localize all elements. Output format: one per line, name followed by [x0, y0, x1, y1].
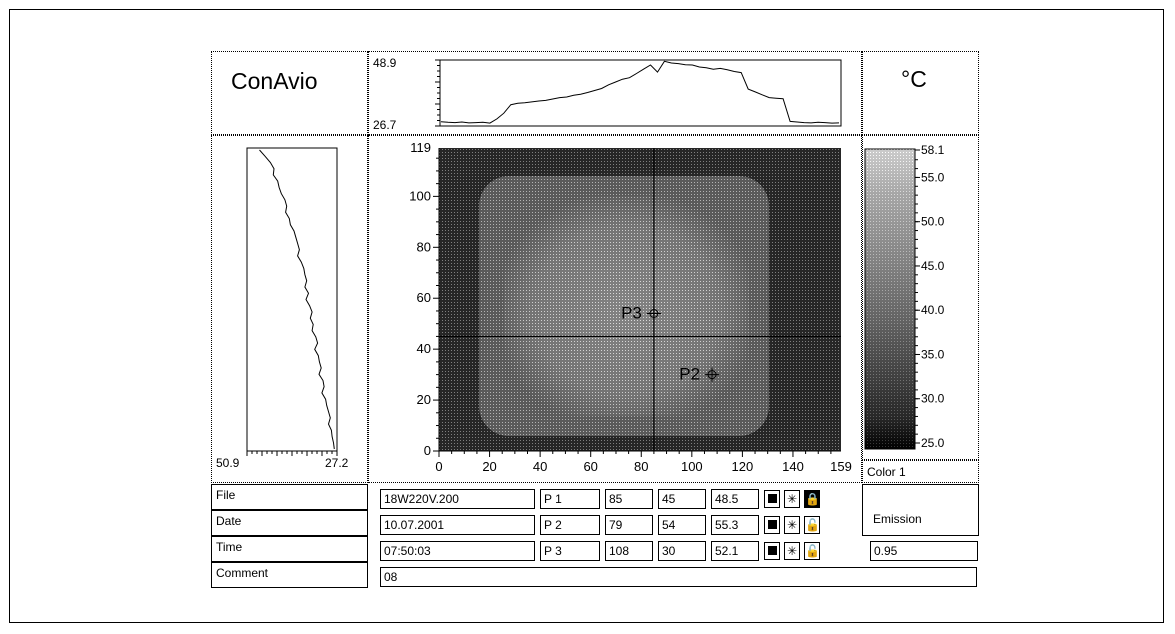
- comment-field[interactable]: 08: [380, 567, 977, 587]
- measure-point-label: P3: [621, 304, 642, 323]
- point-y-field[interactable]: 45: [658, 489, 706, 509]
- color-scale-panel: 58.1 55.0 50.0 45.0 40.0 35.0 30.0 25.0: [862, 135, 979, 460]
- point-temp-field: 48.5: [711, 489, 759, 509]
- scale-label: 45.0: [921, 259, 945, 273]
- point-y-field[interactable]: 30: [658, 541, 706, 561]
- left-profile-max-label: 27.2: [325, 456, 349, 470]
- left-profile-ticks: [246, 451, 338, 456]
- x-tick-label: 140: [782, 459, 804, 474]
- y-tick-label: 80: [417, 239, 431, 254]
- color-square-icon[interactable]: [764, 490, 780, 508]
- file-label: File: [211, 484, 368, 510]
- unit-panel: °C: [862, 51, 979, 135]
- point-temp-field: 55.3: [711, 515, 759, 535]
- top-profile-max-label: 48.9: [373, 56, 397, 70]
- point-row-3: P 3 108 30 52.1 ✳ 🔓: [540, 541, 860, 561]
- point-x-field[interactable]: 108: [605, 541, 653, 561]
- scale-label: 40.0: [921, 303, 945, 317]
- point-row-2: P 2 79 54 55.3 ✳ 🔓: [540, 515, 860, 535]
- file-field[interactable]: 18W220V.200: [380, 489, 535, 509]
- left-profile-frame: [246, 147, 338, 452]
- x-tick-label: 0: [435, 459, 442, 474]
- color-square-icon[interactable]: [764, 542, 780, 560]
- point-temp-field: 52.1: [711, 541, 759, 561]
- point-x-field[interactable]: 79: [605, 515, 653, 535]
- lock-open-icon[interactable]: 🔓: [804, 542, 820, 560]
- scale-label: 25.0: [921, 436, 945, 450]
- x-tick-label: 100: [681, 459, 703, 474]
- palette-panel[interactable]: Color 1: [862, 460, 979, 483]
- left-profile-min-label: 50.9: [216, 456, 240, 470]
- unit-label: °C: [901, 66, 927, 92]
- thermogram-panel: 0 20 40 60 80 100 120 140 159 119 100 80 60 40 20 0 P3 P…: [368, 135, 862, 483]
- left-profile-line: [259, 149, 335, 450]
- thermogram-chart: 0 20 40 60 80 100 120 140 159 119 100 80 60 40 20 0 P3 P…: [409, 140, 852, 474]
- top-profile-panel: 48.9 26.7: [368, 51, 862, 135]
- color-scale-dither: [865, 149, 915, 449]
- point-name-field: P 3: [540, 541, 600, 561]
- lock-closed-icon[interactable]: 🔒: [804, 490, 820, 508]
- x-tick-label: 60: [583, 459, 597, 474]
- thermogram-dither: [439, 148, 841, 451]
- top-profile-chart: 48.9 26.7: [373, 56, 842, 132]
- measure-point-label: P2: [679, 365, 700, 384]
- app-logo: ConAvio: [231, 68, 318, 94]
- point-name-field: P 2: [540, 515, 600, 535]
- palette-label: Color 1: [867, 465, 906, 479]
- left-profile-chart: 50.9 27.2: [216, 147, 349, 470]
- comment-label: Comment: [211, 562, 368, 588]
- y-tick-label: 0: [424, 443, 431, 458]
- y-tick-label: 40: [417, 341, 431, 356]
- lock-open-icon[interactable]: 🔓: [804, 516, 820, 534]
- emission-label: Emission: [873, 512, 922, 526]
- x-tick-label: 120: [732, 459, 754, 474]
- date-field[interactable]: 10.07.2001: [380, 515, 535, 535]
- time-label: Time: [211, 536, 368, 562]
- scale-label: 58.1: [921, 143, 945, 157]
- top-profile-ticks: [435, 59, 440, 127]
- top-profile-line: [440, 60, 840, 124]
- crosshair-icon[interactable]: ✳: [784, 490, 800, 508]
- color-scale: 58.1 55.0 50.0 45.0 40.0 35.0 30.0 25.0: [864, 143, 945, 450]
- color-scale-ticks: 58.1 55.0 50.0 45.0 40.0 35.0 30.0 25.0: [915, 143, 945, 450]
- point-row-1: P 1 85 45 48.5 ✳ 🔒: [540, 489, 860, 509]
- y-tick-label: 100: [409, 188, 431, 203]
- point-x-field[interactable]: 85: [605, 489, 653, 509]
- point-y-field[interactable]: 54: [658, 515, 706, 535]
- left-profile-panel: 50.9 27.2: [211, 135, 368, 483]
- point-name-field: P 1: [540, 489, 600, 509]
- scale-label: 30.0: [921, 392, 945, 406]
- emission-field[interactable]: 0.95: [870, 541, 978, 561]
- x-tick-label: 159: [830, 459, 852, 474]
- scale-label: 55.0: [921, 170, 945, 184]
- time-field[interactable]: 07:50:03: [380, 541, 535, 561]
- thermography-app: ConAvio 48.9 26.7 °C 50.9 27.2 0 20 40 6…: [0, 0, 1175, 634]
- y-tick-label: 20: [417, 392, 431, 407]
- logo-panel: ConAvio: [211, 51, 368, 135]
- scale-label: 50.0: [921, 215, 945, 229]
- scale-label: 35.0: [921, 347, 945, 361]
- y-tick-label: 119: [410, 140, 431, 155]
- emission-panel: Emission: [862, 484, 979, 536]
- top-profile-min-label: 26.7: [373, 118, 397, 132]
- crosshair-icon[interactable]: ✳: [784, 516, 800, 534]
- y-tick-label: 60: [417, 290, 431, 305]
- x-tick-label: 20: [482, 459, 496, 474]
- x-tick-label: 80: [634, 459, 648, 474]
- color-square-icon[interactable]: [764, 516, 780, 534]
- crosshair-icon[interactable]: ✳: [784, 542, 800, 560]
- x-tick-label: 40: [533, 459, 547, 474]
- date-label: Date: [211, 510, 368, 536]
